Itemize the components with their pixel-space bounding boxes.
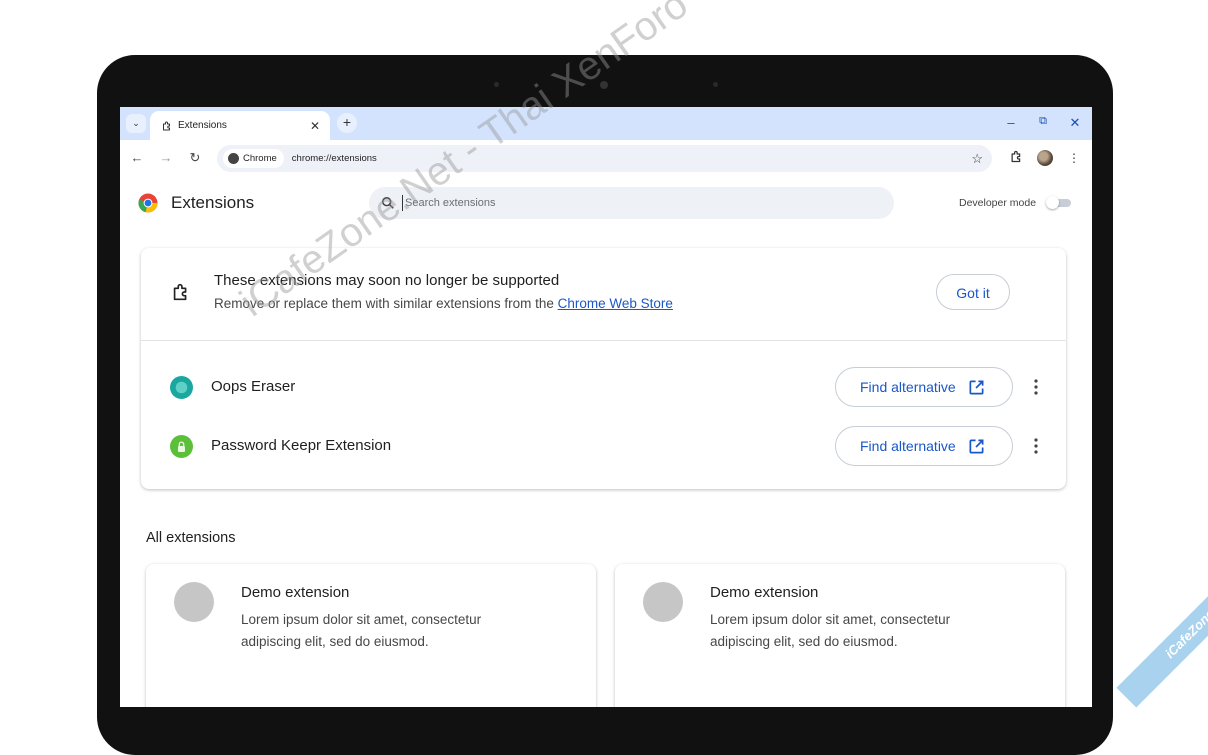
find-alternative-button[interactable]: Find alternative [835, 367, 1013, 407]
extension-placeholder-icon [643, 582, 683, 622]
developer-mode-toggle[interactable] [1046, 196, 1072, 209]
extension-name: Demo extension [710, 584, 819, 601]
unsupported-extension-row: Password Keepr Extension Find alternativ… [141, 426, 1066, 466]
search-bar[interactable] [369, 187, 894, 219]
chrome-web-store-link[interactable]: Chrome Web Store [558, 296, 673, 311]
chrome-logo-icon [138, 193, 158, 213]
all-extensions-heading: All extensions [146, 530, 236, 546]
restore-icon[interactable]: ⧉ [1035, 115, 1051, 128]
corner-ribbon: iCafeZone [1116, 560, 1208, 708]
omnibox[interactable]: Chrome chrome://extensions ☆ [217, 145, 992, 172]
minimize-icon[interactable]: – [1003, 115, 1019, 130]
unsupported-extensions-card: These extensions may soon no longer be s… [141, 248, 1066, 489]
search-icon [381, 196, 394, 209]
browser-window: ⌄ Extensions ✕ + – ⧉ ✕ ← → ↻ Chrome chro… [120, 107, 1092, 707]
extension-description: Lorem ipsum dolor sit amet, consectetur … [710, 612, 951, 649]
back-arrow-icon[interactable]: ← [128, 149, 146, 167]
reload-icon[interactable]: ↻ [186, 149, 204, 167]
warning-description: Remove or replace them with similar exte… [214, 296, 673, 311]
got-it-button[interactable]: Got it [936, 274, 1010, 310]
extension-name: Oops Eraser [211, 378, 296, 395]
tab-strip: ⌄ Extensions ✕ + – ⧉ ✕ [120, 107, 1092, 140]
sensor-dot [494, 82, 499, 87]
sensor-dot [713, 82, 718, 87]
warning-title: These extensions may soon no longer be s… [214, 272, 560, 289]
extension-name: Demo extension [241, 584, 350, 601]
toggle-knob [1046, 196, 1059, 209]
extension-description: Lorem ipsum dolor sit amet, consectetur … [241, 612, 482, 649]
search-input[interactable] [402, 195, 847, 211]
developer-mode-label: Developer mode [959, 197, 1037, 209]
tab-title: Extensions [178, 120, 227, 131]
toolbar: ← → ↻ Chrome chrome://extensions ☆ ⋮ [120, 140, 1092, 176]
webcam [600, 81, 608, 89]
more-options-icon[interactable] [1032, 378, 1040, 396]
close-icon[interactable]: ✕ [308, 119, 322, 133]
open-in-new-icon [969, 439, 984, 453]
forward-arrow-icon[interactable]: → [157, 149, 175, 167]
find-alternative-label: Find alternative [860, 438, 956, 454]
site-chip[interactable]: Chrome [223, 149, 284, 168]
profile-avatar[interactable] [1037, 150, 1053, 166]
lock-icon [170, 435, 193, 458]
warning-description-text: Remove or replace them with similar exte… [214, 296, 558, 311]
more-options-icon[interactable] [1032, 437, 1040, 455]
page-title: Extensions [171, 193, 255, 212]
url-text[interactable]: chrome://extensions [292, 153, 972, 164]
open-in-new-icon [969, 380, 984, 394]
unsupported-extension-row: Oops Eraser Find alternative [141, 367, 1066, 407]
extension-card: Demo extension Lorem ipsum dolor sit ame… [146, 564, 596, 707]
new-tab-plus-icon[interactable]: + [337, 113, 357, 133]
find-alternative-label: Find alternative [860, 379, 956, 395]
menu-kebab-icon[interactable]: ⋮ [1065, 149, 1083, 167]
oops-eraser-icon [170, 376, 193, 399]
divider [141, 340, 1066, 341]
close-window-icon[interactable]: ✕ [1067, 115, 1083, 131]
puzzle-icon [163, 121, 170, 130]
extensions-puzzle-icon[interactable] [1007, 149, 1025, 167]
site-chip-label: Chrome [243, 153, 277, 164]
chrome-icon [228, 153, 239, 164]
extension-placeholder-icon [174, 582, 214, 622]
extension-name: Password Keepr Extension [211, 437, 392, 454]
tab-search-chevron-icon[interactable]: ⌄ [126, 114, 146, 133]
tab-extensions[interactable]: Extensions ✕ [150, 111, 330, 140]
puzzle-icon [173, 283, 187, 301]
bookmark-star-icon[interactable]: ☆ [971, 151, 983, 167]
find-alternative-button[interactable]: Find alternative [835, 426, 1013, 466]
extension-card: Demo extension Lorem ipsum dolor sit ame… [615, 564, 1065, 707]
